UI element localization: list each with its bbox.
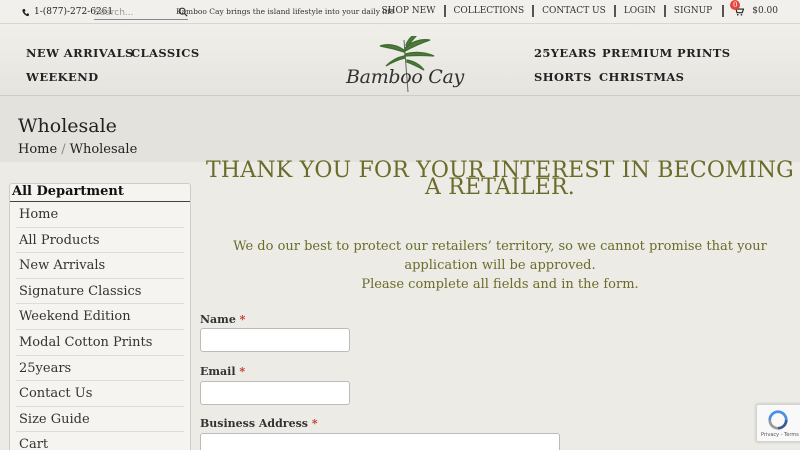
- breadcrumb: Home / Wholesale: [18, 142, 137, 157]
- nav-weekend[interactable]: WEEKEND: [26, 70, 99, 84]
- utility-bar: 1-(877)-272-6261 Bamboo Cay brings the i…: [0, 0, 800, 24]
- business-address-label: Business Address *: [200, 417, 318, 430]
- recaptcha-links[interactable]: Privacy - Terms: [761, 432, 799, 438]
- logo-wordmark: Bamboo Cay: [346, 66, 464, 88]
- wholesale-form-area: THANK YOU FOR YOUR INTEREST IN BECOMING …: [196, 158, 800, 450]
- sidebar-item-cart[interactable]: Cart: [16, 432, 184, 450]
- sidebar-item-weekend-edition[interactable]: Weekend Edition: [16, 304, 184, 330]
- search-box: [94, 6, 188, 20]
- page-title: Wholesale: [18, 115, 117, 137]
- sidebar-item-signature-classics[interactable]: Signature Classics: [16, 279, 184, 305]
- intro-line-1: We do our best to protect our retailers’…: [233, 239, 767, 273]
- name-field[interactable]: [200, 328, 350, 352]
- business-address-field[interactable]: [200, 433, 560, 450]
- cart-link[interactable]: 0 $0.00: [722, 0, 778, 17]
- phone-icon: [22, 8, 29, 16]
- sidebar-item-size-guide[interactable]: Size Guide: [16, 407, 184, 433]
- thank-you-heading: THANK YOU FOR YOUR INTEREST IN BECOMING …: [206, 158, 794, 200]
- nav-classics[interactable]: CLASSICS: [131, 46, 200, 60]
- nav-christmas[interactable]: CHRISTMAS: [599, 70, 684, 84]
- email-label: Email *: [200, 365, 245, 378]
- business-address-label-text: Business Address: [200, 417, 308, 430]
- sidebar-item-all-products[interactable]: All Products: [16, 228, 184, 254]
- utility-nav: SHOP NEW COLLECTIONS CONTACT US LOGIN SI…: [373, 0, 778, 17]
- breadcrumb-separator: /: [61, 142, 66, 157]
- intro-text: We do our best to protect our retailers’…: [200, 237, 800, 294]
- page-title-band: Wholesale Home / Wholesale: [0, 96, 800, 162]
- recaptcha-icon: [768, 410, 788, 430]
- collections-link[interactable]: COLLECTIONS: [443, 5, 533, 17]
- site-header: NEW ARRIVALS CLASSICS WEEKEND Bamboo Cay…: [0, 24, 800, 96]
- name-label-text: Name: [200, 313, 236, 326]
- intro-line-2: Please complete all fields and in the fo…: [361, 277, 639, 292]
- name-label: Name *: [200, 313, 245, 326]
- sidebar-item-contact-us[interactable]: Contact Us: [16, 381, 184, 407]
- shop-new-link[interactable]: SHOP NEW: [373, 5, 443, 17]
- contact-us-link[interactable]: CONTACT US: [532, 5, 614, 17]
- nav-premium-prints[interactable]: PREMIUM PRINTS: [602, 46, 730, 60]
- breadcrumb-current: Wholesale: [69, 142, 138, 157]
- sidebar-heading: All Department: [10, 184, 190, 202]
- recaptcha-badge[interactable]: Privacy - Terms: [756, 404, 800, 442]
- cart-total: $0.00: [752, 6, 778, 16]
- sidebar-item-new-arrivals[interactable]: New Arrivals: [16, 253, 184, 279]
- sidebar-item-25years[interactable]: 25years: [16, 356, 184, 382]
- department-sidebar: All Department Home All Products New Arr…: [9, 183, 191, 450]
- breadcrumb-home[interactable]: Home: [18, 142, 57, 157]
- nav-25years[interactable]: 25YEARS: [534, 46, 597, 60]
- login-link[interactable]: LOGIN: [613, 5, 664, 17]
- email-label-text: Email: [200, 365, 236, 378]
- search-input[interactable]: [94, 6, 174, 19]
- brand-logo[interactable]: Bamboo Cay: [344, 36, 464, 96]
- required-marker: *: [239, 365, 246, 378]
- required-marker: *: [239, 313, 246, 326]
- nav-new-arrivals[interactable]: NEW ARRIVALS: [26, 46, 134, 60]
- nav-shorts[interactable]: SHORTS: [534, 70, 592, 84]
- tagline: Bamboo Cay brings the island lifestyle i…: [176, 7, 395, 16]
- required-marker: *: [311, 417, 318, 430]
- email-field[interactable]: [200, 381, 350, 405]
- sidebar-item-modal-cotton-prints[interactable]: Modal Cotton Prints: [16, 330, 184, 356]
- sidebar-item-home[interactable]: Home: [16, 202, 184, 228]
- signup-link[interactable]: SIGNUP: [663, 5, 720, 17]
